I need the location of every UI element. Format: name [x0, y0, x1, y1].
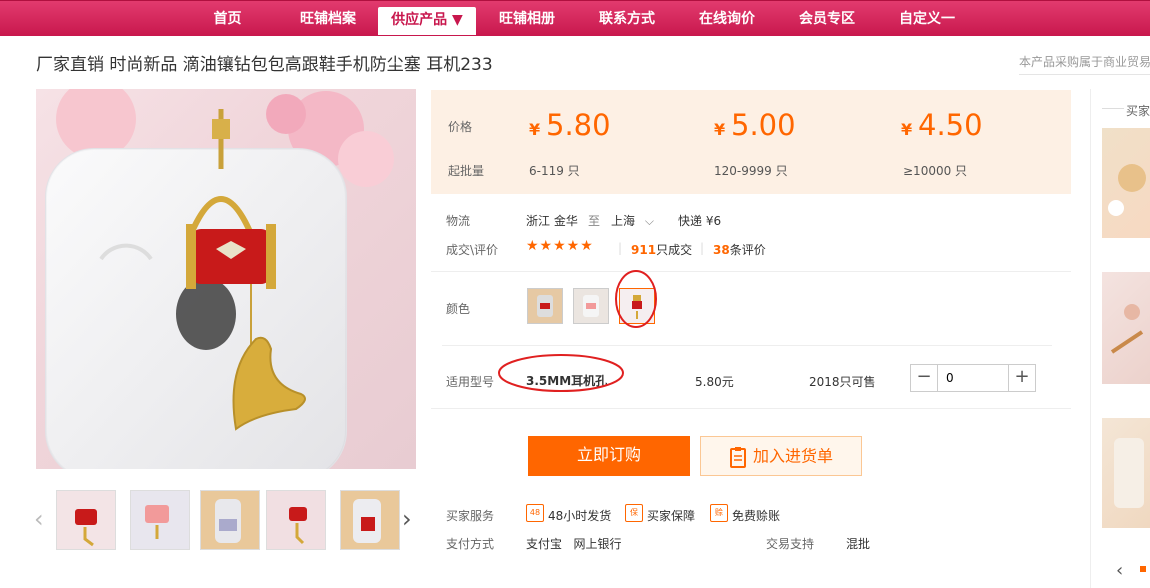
trade-support-label: 交易支持: [766, 537, 815, 551]
sidebar-title: 买家: [1124, 102, 1150, 119]
trade-notice: 本产品采购属于商业贸易: [1019, 55, 1150, 69]
model-label: 适用型号: [446, 375, 495, 389]
thumb-next-icon[interactable]: ›: [402, 505, 412, 533]
currency-symbol: ¥: [529, 120, 541, 139]
clipboard-icon: [729, 446, 746, 468]
chevron-down-icon: ⌵: [644, 214, 654, 228]
color-option[interactable]: [573, 288, 609, 324]
tier-price: 5.00: [731, 108, 796, 142]
quantity-input[interactable]: [937, 365, 1009, 391]
product-title: 厂家直销 时尚新品 滴油镶钻包包高跟鞋手机防尘塞 耳机233: [36, 55, 493, 75]
express-fee: 快递 ¥6: [678, 214, 722, 228]
moq-label: 起批量: [448, 164, 485, 178]
nav-shop-profile[interactable]: 旺铺档案: [286, 1, 370, 37]
thumbnail[interactable]: [130, 490, 190, 550]
divider: [1019, 74, 1150, 75]
thumb-prev-icon[interactable]: ‹: [34, 505, 44, 533]
ship-to-word: 至: [588, 214, 601, 228]
thumbnail[interactable]: [200, 490, 260, 550]
nav-album[interactable]: 旺铺相册: [486, 1, 568, 37]
sold-suffix: 只成交: [656, 243, 693, 257]
review-count: 38: [713, 243, 730, 257]
tier-moq: 6-119 只: [529, 164, 580, 178]
service-item[interactable]: 买家保障: [647, 507, 695, 524]
shipping-48h-icon: 48: [526, 504, 544, 522]
thumbnail[interactable]: [56, 490, 116, 550]
sold-info[interactable]: 911只成交: [631, 241, 692, 258]
top-navigation: 首页 旺铺档案 供应产品 ▼ 旺铺相册 联系方式 在线询价 会员专区 自定义一: [0, 0, 1150, 36]
review-info[interactable]: 38条评价: [713, 241, 766, 258]
payment-label: 支付方式: [446, 537, 495, 551]
nav-products[interactable]: 供应产品 ▼: [378, 7, 476, 35]
logistics-label: 物流: [446, 214, 471, 228]
annotation-circle: [615, 270, 657, 328]
thumbnail[interactable]: [266, 490, 326, 550]
annotation-ellipse: [498, 354, 624, 392]
price-panel: 价格 起批量 ¥ 5.80 6-119 只 ¥ 5.00 120-9999 只 …: [431, 90, 1071, 194]
tier-price: 5.80: [546, 108, 611, 142]
related-product[interactable]: [1102, 128, 1150, 238]
currency-symbol: ¥: [901, 120, 913, 139]
sold-count: 911: [631, 243, 657, 257]
separator: |: [700, 241, 705, 255]
divider: [431, 271, 1071, 272]
buy-now-button[interactable]: 立即订购: [528, 436, 690, 476]
shield-icon: 保: [625, 504, 643, 522]
nav-inquiry[interactable]: 在线询价: [686, 1, 768, 37]
add-to-list-label: 加入进货单: [752, 446, 833, 466]
review-suffix: 条评价: [729, 243, 766, 257]
divider: [431, 408, 1071, 409]
related-product[interactable]: [1102, 272, 1150, 384]
sidebar-prev-icon[interactable]: ‹: [1116, 560, 1123, 581]
sidebar-border: [1090, 89, 1091, 588]
service-item[interactable]: 免费赊账: [732, 507, 780, 524]
nav-members[interactable]: 会员专区: [786, 1, 868, 37]
tier-moq: 120-9999 只: [714, 164, 788, 178]
services-label: 买家服务: [446, 509, 495, 523]
payment-methods: 支付宝 网上银行: [526, 537, 622, 551]
ship-to-select[interactable]: 上海 ⌵: [611, 212, 654, 229]
separator: |: [618, 241, 623, 255]
ship-from: 浙江 金华: [526, 214, 578, 228]
increment-button[interactable]: +: [1009, 365, 1035, 391]
price-label: 价格: [448, 120, 473, 134]
currency-symbol: ¥: [714, 120, 726, 139]
tier-moq: ≥10000 只: [903, 164, 968, 178]
nav-custom[interactable]: 自定义一: [886, 1, 968, 37]
ship-to-value: 上海: [611, 214, 636, 228]
model-price: 5.80元: [695, 375, 734, 389]
divider: [442, 345, 1052, 346]
thumbnail[interactable]: [340, 490, 400, 550]
nav-contact[interactable]: 联系方式: [586, 1, 668, 37]
decrement-button[interactable]: −: [911, 365, 937, 391]
add-to-list-button[interactable]: 加入进货单: [700, 436, 862, 476]
trade-support-value: 混批: [846, 537, 871, 551]
nav-home[interactable]: 首页: [200, 1, 255, 37]
rating-stars: ★★★★★: [526, 238, 594, 254]
related-product[interactable]: [1102, 418, 1150, 528]
color-label: 颜色: [446, 302, 471, 316]
model-stock: 2018只可售: [809, 375, 876, 389]
quantity-stepper: − +: [910, 364, 1036, 392]
tier-price: 4.50: [918, 108, 983, 142]
color-option[interactable]: [527, 288, 563, 324]
deals-label: 成交\评价: [446, 243, 499, 257]
main-product-image: [36, 89, 416, 469]
service-item[interactable]: 48小时发货: [548, 507, 611, 524]
pager-dot-active[interactable]: [1140, 566, 1146, 572]
credit-icon: 赊: [710, 504, 728, 522]
